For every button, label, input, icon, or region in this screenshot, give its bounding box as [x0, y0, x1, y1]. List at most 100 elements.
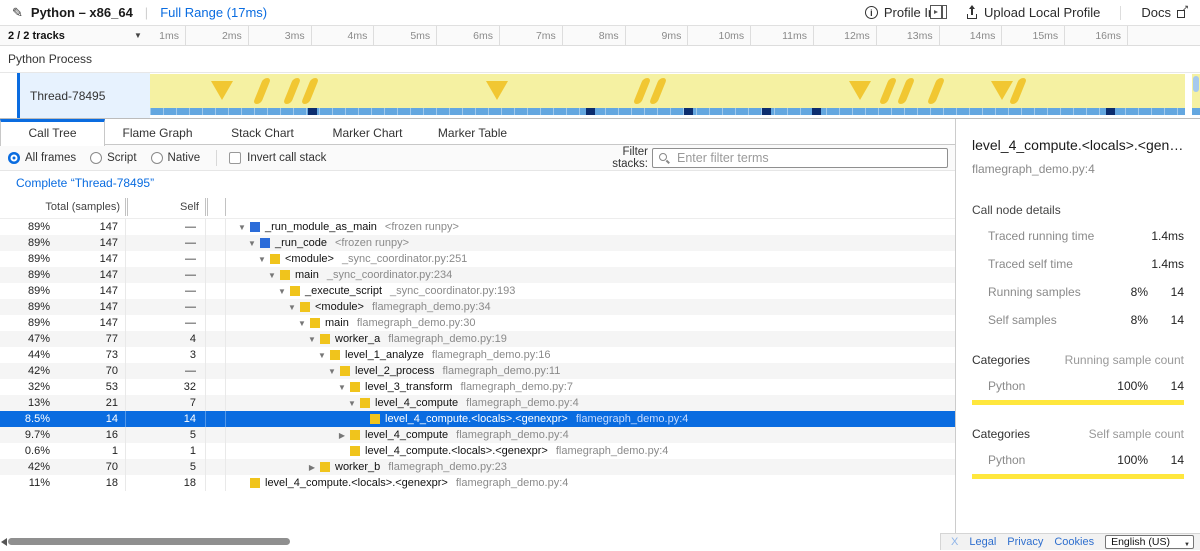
function-file-line: flamegraph_demo.py:4 [456, 429, 569, 441]
twisty-collapsed-icon[interactable]: ▶ [306, 463, 318, 472]
row-function-cell: ▼<module>flamegraph_demo.py:34 [286, 299, 491, 315]
column-divider [225, 475, 226, 491]
language-select[interactable]: English (US)▼ [1105, 535, 1194, 549]
call-tree-row[interactable]: 89%147—▼_execute_script_sync_coordinator… [0, 283, 955, 299]
call-tree-row[interactable]: 13%217▼level_4_computeflamegraph_demo.py… [0, 395, 955, 411]
process-track-row[interactable]: Python Process [0, 46, 1200, 73]
vertical-scrollbar-thumb[interactable] [1193, 76, 1199, 92]
footer-link-privacy[interactable]: Privacy [1007, 536, 1043, 548]
column-header-total[interactable]: Total (samples) [0, 201, 120, 213]
twisty-expanded-icon[interactable]: ▼ [256, 255, 268, 264]
call-tree-row[interactable]: 89%147—▼mainflamegraph_demo.py:30 [0, 315, 955, 331]
ruler-tick-label: 10ms [684, 30, 744, 42]
twisty-expanded-icon[interactable]: ▼ [336, 383, 348, 392]
call-tree-row[interactable]: 89%147—▼<module>_sync_coordinator.py:251 [0, 251, 955, 267]
call-tree-row[interactable]: 89%147—▼<module>flamegraph_demo.py:34 [0, 299, 955, 315]
tab-marker-table[interactable]: Marker Table [420, 119, 525, 145]
twisty-expanded-icon[interactable]: ▼ [316, 351, 328, 360]
category-bar [972, 474, 1184, 479]
horizontal-scrollbar-thumb[interactable] [8, 538, 290, 545]
ruler-tick-label: 15ms [998, 30, 1058, 42]
sidebar-toggle-icon[interactable] [930, 5, 947, 19]
footer-link-cookies[interactable]: Cookies [1054, 536, 1094, 548]
call-tree-row[interactable]: 47%774▼worker_aflamegraph_demo.py:19 [0, 331, 955, 347]
upload-profile-button[interactable]: Upload Local Profile [966, 5, 1100, 20]
tab-call-tree[interactable]: Call Tree [0, 119, 105, 146]
twisty-expanded-icon[interactable]: ▼ [326, 367, 338, 376]
row-total-percent: 89% [0, 267, 50, 283]
call-tree-row[interactable]: 89%147—▼main_sync_coordinator.py:234 [0, 267, 955, 283]
twisty-expanded-icon[interactable]: ▼ [346, 399, 358, 408]
twisty-expanded-icon[interactable]: ▼ [276, 287, 288, 296]
function-file-line: flamegraph_demo.py:11 [443, 365, 561, 377]
edit-pencil-icon[interactable]: ✎ [12, 5, 23, 21]
category-square-icon [330, 350, 340, 360]
radio-icon[interactable] [90, 152, 102, 164]
column-divider [225, 427, 226, 443]
function-name: level_4_compute.<locals>.<genexpr> [385, 413, 568, 425]
column-divider [205, 363, 206, 379]
call-tree-row[interactable]: 42%70—▼level_2_processflamegraph_demo.py… [0, 363, 955, 379]
call-tree-row[interactable]: 11%1818level_4_compute.<locals>.<genexpr… [0, 475, 955, 491]
column-divider [205, 331, 206, 347]
twisty-expanded-icon[interactable]: ▼ [266, 271, 278, 280]
row-total-percent: 89% [0, 251, 50, 267]
row-self-samples: — [130, 299, 196, 315]
row-self-samples: 14 [130, 411, 196, 427]
filter-stacks-input[interactable] [652, 148, 948, 168]
column-divider [125, 475, 126, 491]
twisty-collapsed-icon[interactable]: ▶ [336, 431, 348, 440]
scroll-left-arrow-icon[interactable] [1, 538, 7, 546]
breadcrumb-root-link[interactable]: Complete “Thread-78495” [16, 176, 154, 190]
call-tree-row[interactable]: 89%147—▼_run_module_as_main<frozen runpy… [0, 219, 955, 235]
call-tree-row[interactable]: 42%705▶worker_bflamegraph_demo.py:23 [0, 459, 955, 475]
thread-track-row[interactable]: Thread-78495 [0, 73, 1200, 119]
twisty-expanded-icon[interactable]: ▼ [236, 223, 248, 232]
docs-button[interactable]: Docs ↗ [1141, 5, 1188, 20]
row-function-cell: ▼level_2_processflamegraph_demo.py:11 [326, 363, 560, 379]
row-self-samples: — [130, 219, 196, 235]
full-range-link[interactable]: Full Range (17ms) [160, 5, 267, 20]
column-divider [225, 219, 226, 235]
timeline-ruler[interactable]: 2 / 2 tracks ▼ 1ms2ms3ms4ms5ms6ms7ms8ms9… [0, 26, 1200, 46]
row-total-percent: 42% [0, 459, 50, 475]
thread-track-label[interactable]: Thread-78495 [20, 73, 150, 118]
call-tree-row[interactable]: 9.7%165▶level_4_computeflamegraph_demo.p… [0, 427, 955, 443]
radio-native[interactable]: Native [151, 152, 201, 164]
call-tree-row[interactable]: 89%147—▼_run_code<frozen runpy> [0, 235, 955, 251]
radio-icon[interactable] [8, 152, 20, 164]
radio-all-frames[interactable]: All frames [8, 152, 76, 164]
tab-flame-graph[interactable]: Flame Graph [105, 119, 210, 145]
footer-link-legal[interactable]: Legal [969, 536, 996, 548]
metric-value: 14 [1171, 313, 1184, 327]
call-tree-row[interactable]: 32%5332▼level_3_transformflamegraph_demo… [0, 379, 955, 395]
sample-mark [586, 108, 595, 115]
invert-call-stack-checkbox[interactable]: Invert call stack [229, 152, 326, 164]
call-tree-row[interactable]: 0.6%11level_4_compute.<locals>.<genexpr>… [0, 443, 955, 459]
row-self-samples: 4 [130, 331, 196, 347]
tab-marker-chart[interactable]: Marker Chart [315, 119, 420, 145]
twisty-expanded-icon[interactable]: ▼ [296, 319, 308, 328]
category-value: 14 [1171, 379, 1184, 393]
horizontal-scrollbar[interactable] [0, 537, 955, 547]
twisty-expanded-icon[interactable]: ▼ [246, 239, 258, 248]
call-tree-row[interactable]: 44%733▼level_1_analyzeflamegraph_demo.py… [0, 347, 955, 363]
tab-stack-chart[interactable]: Stack Chart [210, 119, 315, 145]
radio-script[interactable]: Script [90, 152, 136, 164]
checkbox-icon[interactable] [229, 152, 241, 164]
track-scrollbar-gutter[interactable] [1192, 74, 1200, 115]
twisty-expanded-icon[interactable]: ▼ [306, 335, 318, 344]
column-divider [205, 299, 206, 315]
radio-icon[interactable] [151, 152, 163, 164]
column-divider [205, 283, 206, 299]
sidebar-metric-row: Running samples8%14 [956, 285, 1200, 303]
twisty-expanded-icon[interactable]: ▼ [286, 303, 298, 312]
row-total-samples: 14 [56, 411, 118, 427]
function-name: _execute_script [305, 285, 382, 297]
thread-activity-graph[interactable] [150, 74, 1185, 115]
row-total-samples: 21 [56, 395, 118, 411]
column-header-self[interactable]: Self [126, 201, 199, 213]
row-total-samples: 1 [56, 443, 118, 459]
call-tree-row[interactable]: 8.5%1414level_4_compute.<locals>.<genexp… [0, 411, 955, 427]
footer-link-x[interactable]: X [951, 536, 958, 548]
